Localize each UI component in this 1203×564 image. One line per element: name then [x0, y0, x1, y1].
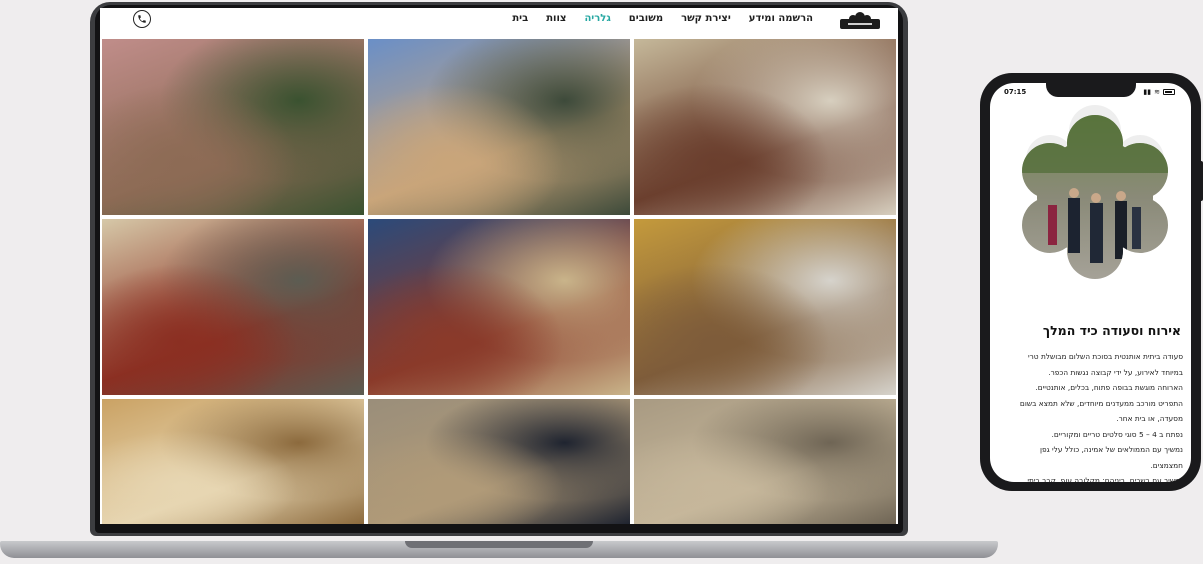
body-text-line: התפריט מורכב ממעדנים מיוחדים, שלא תמצא ב… — [1019, 398, 1183, 408]
body-text-line: נפתח ב 4 – 5 סוגי סלטים טריים ומקוריים. — [1051, 429, 1184, 439]
phone-icon[interactable] — [133, 10, 151, 28]
nav-item[interactable]: בית — [512, 13, 528, 24]
phone-side-button — [1199, 161, 1203, 201]
gallery-photo-stone-pillars[interactable] — [634, 399, 896, 524]
phone-notch — [1046, 83, 1136, 97]
wifi-icon: ≋ — [1154, 88, 1160, 96]
desktop-website: בית צוות גלריה משובים יצירת קשר הרשמה ומידע — [100, 8, 898, 524]
gallery-photo-serving-dishes[interactable] — [368, 219, 630, 395]
photo-gallery — [102, 39, 896, 524]
site-header: בית צוות גלריה משובים יצירת קשר הרשמה ומידע — [100, 8, 898, 36]
gallery-photo-town-mosque-view[interactable] — [368, 39, 630, 215]
nav-item[interactable]: יצירת קשר — [681, 13, 731, 24]
body-text-line: נמשיך עם בשרים, ביניהם: מקלובה עוף, קבב … — [1024, 476, 1183, 482]
battery-icon — [1163, 89, 1175, 95]
site-logo[interactable] — [840, 11, 880, 29]
body-text-line: נמשיך עם הממולאים של אמינה, כולל עלי גפן — [1039, 445, 1183, 454]
nav-item[interactable]: גלריה — [584, 13, 610, 24]
mobile-body-text: סעודה ביתית אותנטית בסוכת השלום מבושלת ט… — [993, 349, 1183, 482]
nav-item[interactable]: צוות — [546, 13, 566, 24]
body-text-line: במיוחד לאירוע, על ידי קבוצה נגשות הכפר. — [1048, 367, 1183, 377]
gallery-photo-dining-room-group[interactable] — [634, 39, 896, 215]
gallery-photo-church-interior-audience[interactable] — [368, 399, 630, 524]
body-text-line: סעודה ביתית אותנטית בסוכת השלום מבושלת ט… — [1027, 352, 1183, 361]
gallery-photo-food-buffet-table[interactable] — [634, 219, 896, 395]
gallery-photo-host-man-red-jacket[interactable] — [102, 219, 364, 395]
main-nav: בית צוות גלריה משובים יצירת קשר הרשמה ומידע — [512, 13, 813, 24]
hero-photo-flower-mask — [1022, 105, 1168, 279]
signal-icon: ▮▮ — [1143, 88, 1152, 96]
body-text-line: הארוחה מוגשת בבופה פתוח, בכלים, אותנטיים… — [1035, 383, 1183, 392]
mobile-website: 07:15 ▮▮ ≋ אירוח וסעודה כיד המלך סעודה ב… — [990, 83, 1191, 482]
status-time: 07:15 — [1004, 88, 1027, 96]
gallery-photo-church-sunset[interactable] — [102, 39, 364, 215]
gallery-photo-pastries-tray[interactable] — [102, 399, 364, 524]
body-text-line: חמצמצים. — [1150, 460, 1183, 470]
nav-item[interactable]: הרשמה ומידע — [749, 13, 813, 24]
laptop-hinge-notch — [405, 541, 593, 548]
body-text-line: מסעדה, או בית אחר. — [1116, 414, 1183, 423]
mobile-page-title: אירוח וסעודה כיד המלך — [1042, 323, 1181, 338]
status-bar-icons: ▮▮ ≋ — [1143, 88, 1175, 96]
nav-item[interactable]: משובים — [629, 13, 663, 24]
